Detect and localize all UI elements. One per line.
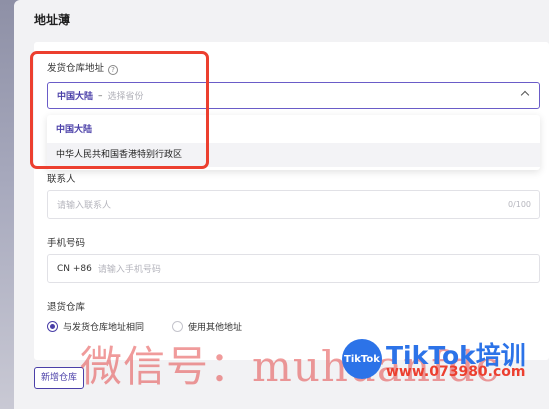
phone-placeholder: 请输入手机号码 [97, 265, 161, 275]
radio-same-address-label[interactable]: 与发货仓库地址相同 [63, 320, 144, 333]
contact-label: 联系人 [47, 174, 76, 185]
contact-input[interactable]: 请输入联系人 0/100 [47, 190, 540, 219]
chevron-up-icon[interactable] [520, 90, 530, 100]
radio-same-address[interactable] [47, 321, 58, 332]
phone-input[interactable]: CN +86 请输入手机号码 [47, 254, 540, 283]
annotation-highlight-box [30, 51, 209, 169]
radio-other-address[interactable] [172, 321, 184, 332]
watermark-url: www.073980.com [386, 364, 526, 380]
add-warehouse-button[interactable]: 新增仓库 [34, 367, 85, 389]
return-address-options: 与发货仓库地址相同 使用其他地址 [47, 320, 242, 333]
page-title: 地址薄 [34, 13, 71, 27]
radio-other-address-label[interactable]: 使用其他地址 [188, 320, 242, 333]
contact-placeholder: 请输入联系人 [57, 201, 112, 211]
country-code-prefix[interactable]: CN +86 [57, 264, 92, 274]
phone-label: 手机号码 [47, 238, 86, 249]
tiktok-logo-icon: TikTok [342, 339, 382, 379]
return-warehouse-label: 退货仓库 [47, 302, 86, 313]
contact-char-counter: 0/100 [507, 200, 531, 209]
